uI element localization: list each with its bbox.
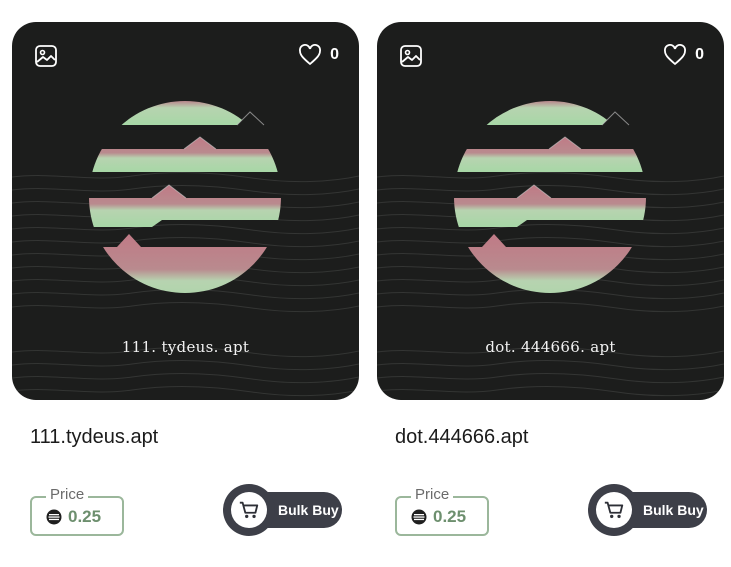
bulk-buy-label: Bulk Buy: [278, 502, 339, 518]
like-count: 0: [330, 46, 339, 63]
bulk-buy-circle: [223, 484, 275, 536]
like-count: 0: [695, 46, 704, 63]
nft-title[interactable]: dot.444666.apt: [395, 426, 528, 449]
nft-title[interactable]: 111.tydeus.apt: [30, 426, 158, 449]
nft-card[interactable]: 0 dot. 444666. apt dot.444666.apt Price …: [377, 0, 725, 567]
cart-icon: [239, 501, 259, 519]
price-label: Price: [46, 486, 89, 503]
image-icon: [35, 45, 57, 67]
price-amount: 0.25: [68, 507, 102, 526]
bulk-buy-button[interactable]: Bulk Buy: [223, 484, 342, 536]
nft-card[interactable]: 0 111. tydeus. apt 111.tydeus.apt Price …: [12, 0, 360, 567]
like-button[interactable]: 0: [298, 44, 339, 66]
price-amount: 0.25: [433, 507, 467, 526]
price-label: Price: [411, 486, 454, 503]
aptos-icon: [46, 509, 62, 525]
price-value: 0.25: [46, 507, 101, 527]
heart-icon: [299, 44, 322, 66]
bulk-buy-button[interactable]: Bulk Buy: [588, 484, 707, 536]
like-button[interactable]: 0: [663, 44, 704, 66]
domain-label: 111. tydeus. apt: [121, 338, 250, 356]
nft-image[interactable]: 0 dot. 444666. apt: [377, 22, 724, 400]
bulk-buy-label: Bulk Buy: [643, 502, 704, 518]
domain-label: dot. 444666. apt: [485, 338, 616, 356]
price-value: 0.25: [411, 507, 466, 527]
price-box: Price 0.25: [395, 486, 489, 536]
nft-image[interactable]: 0 111. tydeus. apt: [12, 22, 359, 400]
cart-icon: [604, 501, 624, 519]
heart-icon: [664, 44, 687, 66]
image-icon: [400, 45, 422, 67]
price-box: Price 0.25: [30, 486, 124, 536]
aptos-icon: [411, 509, 427, 525]
bulk-buy-circle: [588, 484, 640, 536]
